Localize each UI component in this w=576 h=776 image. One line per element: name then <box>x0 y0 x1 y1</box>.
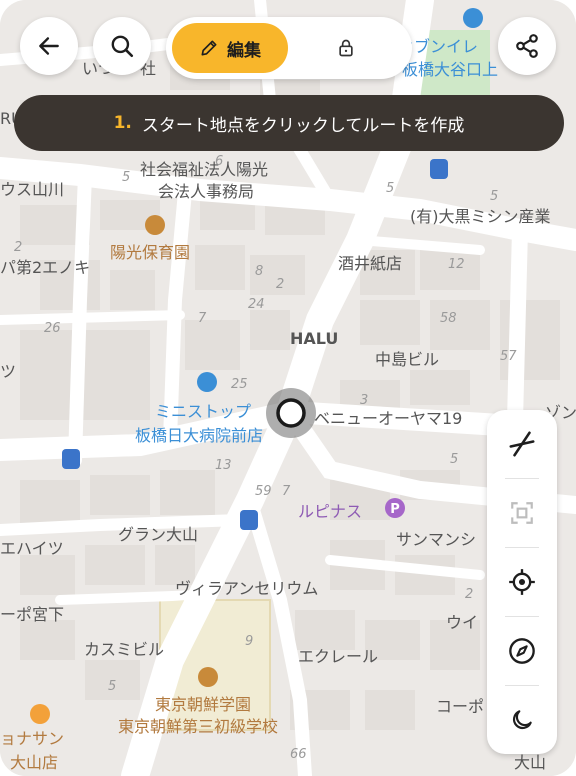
edit-mode-button[interactable]: 編集 <box>172 23 288 73</box>
svg-text:社会福祉法人陽光: 社会福祉法人陽光 <box>140 160 268 179</box>
current-location-marker[interactable] <box>266 388 316 438</box>
svg-text:ツ: ツ <box>0 362 16 381</box>
route-off-icon <box>509 431 535 457</box>
svg-text:陽光保育園: 陽光保育園 <box>110 243 190 262</box>
svg-text:5: 5 <box>490 189 498 204</box>
svg-text:コーポ: コーポ <box>436 697 484 716</box>
svg-text:3: 3 <box>360 393 368 408</box>
svg-text:24: 24 <box>248 297 265 312</box>
share-button[interactable] <box>498 17 556 75</box>
pencil-icon <box>201 40 217 56</box>
bus-stop-icon <box>240 510 258 530</box>
search-icon <box>111 35 134 58</box>
svg-text:ウス山川: ウス山川 <box>0 180 64 199</box>
route-off-button[interactable] <box>487 410 557 478</box>
svg-text:12: 12 <box>448 257 465 272</box>
map-controls-panel <box>487 410 557 754</box>
svg-text:5: 5 <box>386 181 394 196</box>
svg-text:2: 2 <box>465 587 473 602</box>
instruction-step: 1. <box>113 113 132 133</box>
edit-mode-label: 編集 <box>227 40 261 61</box>
svg-text:ーポ宮下: ーポ宮下 <box>0 605 64 624</box>
svg-text:57: 57 <box>500 349 517 364</box>
svg-text:ベニューオーヤマ19: ベニューオーヤマ19 <box>314 409 462 428</box>
svg-text:2: 2 <box>276 277 284 292</box>
svg-text:5: 5 <box>108 679 116 694</box>
svg-text:エクレール: エクレール <box>298 647 378 666</box>
svg-text:9: 9 <box>245 634 253 649</box>
back-button[interactable] <box>20 17 78 75</box>
instruction-message: スタート地点をクリックしてルートを作成 <box>141 115 465 136</box>
svg-text:ョナサン: ョナサン <box>0 729 64 748</box>
svg-text:25: 25 <box>231 377 248 392</box>
svg-text:66: 66 <box>290 747 307 762</box>
nursery-school-icon <box>145 215 165 235</box>
convenience-store-icon <box>197 372 217 392</box>
svg-text:酒井紙店: 酒井紙店 <box>338 254 402 273</box>
moon-icon <box>512 710 532 730</box>
svg-text:ヴィラアンセリウム: ヴィラアンセリウム <box>175 579 318 598</box>
compass-icon <box>509 638 535 664</box>
bus-stop-icon <box>62 449 80 469</box>
svg-text:カスミビル: カスミビル <box>84 640 164 659</box>
svg-text:エハイツ: エハイツ <box>0 539 64 558</box>
svg-text:サンマンシ: サンマンシ <box>396 530 476 549</box>
poi-label-purple: ルピナス <box>298 502 362 521</box>
svg-text:7: 7 <box>282 484 291 499</box>
arrow-left-icon <box>39 37 59 55</box>
crosshair-icon <box>509 569 535 595</box>
svg-text:大山店: 大山店 <box>10 753 58 772</box>
svg-text:8: 8 <box>255 264 263 279</box>
svg-text:5: 5 <box>122 170 130 185</box>
svg-text:(有)大黒ミシン産業: (有)大黒ミシン産業 <box>410 207 551 226</box>
svg-text:東京朝鮮学園: 東京朝鮮学園 <box>155 695 251 714</box>
svg-text:HALU: HALU <box>290 329 338 348</box>
svg-text:26: 26 <box>44 321 61 336</box>
svg-text:59: 59 <box>255 484 272 499</box>
locate-button[interactable] <box>487 548 557 616</box>
svg-text:板橋大谷口上: 板橋大谷口上 <box>402 60 498 79</box>
svg-text:P: P <box>390 502 400 517</box>
svg-text:大山: 大山 <box>514 753 546 772</box>
svg-text:会法人事務局: 会法人事務局 <box>158 182 254 201</box>
compass-button[interactable] <box>487 617 557 685</box>
svg-text:58: 58 <box>440 311 457 326</box>
svg-text:13: 13 <box>215 458 232 473</box>
map-app: P セブンイレ 板橋大谷口上 ミニストップ 板橋日大病院前店 陽光保育園 東京朝… <box>0 0 576 776</box>
instruction-banner: 1. スタート地点をクリックしてルートを作成 <box>14 95 564 151</box>
share-icon <box>516 34 538 58</box>
convenience-store-icon <box>463 8 483 28</box>
svg-text:6: 6 <box>215 154 223 169</box>
svg-text:2: 2 <box>14 240 22 255</box>
svg-text:板橋日大病院前店: 板橋日大病院前店 <box>135 426 263 445</box>
lock-icon <box>339 39 353 57</box>
restaurant-icon <box>30 704 50 724</box>
svg-text:ミニストップ: ミニストップ <box>155 402 251 421</box>
svg-text:5: 5 <box>450 452 458 467</box>
bus-stop-icon <box>430 159 448 179</box>
lock-mode-button[interactable] <box>316 23 376 73</box>
svg-text:東京朝鮮第三初級学校: 東京朝鮮第三初級学校 <box>118 717 278 736</box>
fit-bounds-icon <box>511 502 533 524</box>
svg-text:中島ビル: 中島ビル <box>375 350 439 369</box>
svg-text:ウイ: ウイ <box>446 613 478 632</box>
school-icon <box>198 667 218 687</box>
search-button[interactable] <box>93 17 151 75</box>
svg-text:7: 7 <box>198 311 207 326</box>
fit-bounds-button[interactable] <box>487 479 557 547</box>
svg-text:グラン大山: グラン大山 <box>118 525 198 544</box>
dark-mode-button[interactable] <box>487 686 557 754</box>
svg-text:パ第2エノキ: パ第2エノキ <box>0 258 90 277</box>
mode-toggle: 編集 <box>166 17 412 79</box>
